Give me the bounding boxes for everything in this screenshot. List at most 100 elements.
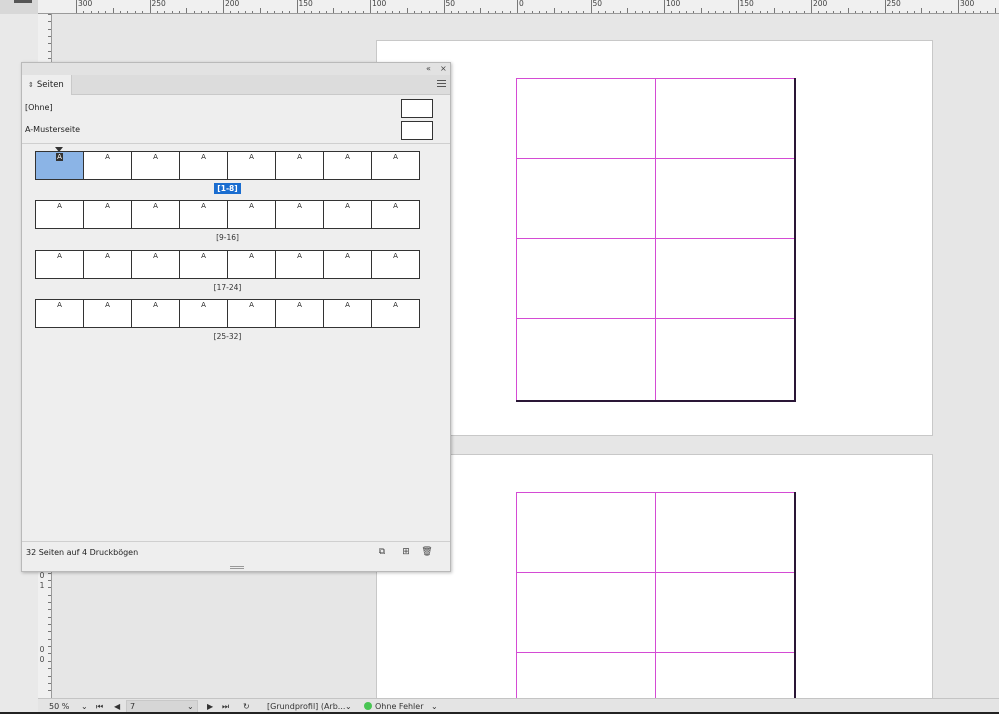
ruler-minor-tick [553, 8, 555, 13]
page-1-grid-frame[interactable] [516, 78, 796, 402]
spread-caption[interactable]: [25-32] [35, 332, 420, 341]
page-master-letter: A [201, 252, 206, 260]
ruler-label: 50 [445, 0, 456, 8]
ruler-minor-tick [289, 11, 291, 13]
page-thumbnail[interactable]: A [372, 152, 419, 179]
spread-caption-text: [1-8] [214, 183, 241, 194]
master-thumbnail[interactable] [401, 121, 433, 140]
ruler-minor-tick [649, 11, 651, 13]
ruler-minor-tick [899, 11, 901, 13]
page-thumbnail[interactable]: A [180, 251, 228, 278]
page-thumbnail[interactable]: A [324, 152, 372, 179]
page-master-letter: A [297, 252, 302, 260]
ruler-minor-tick [193, 11, 195, 13]
page-master-label: A [228, 153, 275, 161]
panel-resize-grip[interactable] [230, 566, 244, 569]
page-thumbnail[interactable]: A [132, 300, 180, 327]
ruler-label: 0 [39, 645, 45, 654]
page-thumbnail[interactable]: A [276, 300, 324, 327]
page-size-icon[interactable]: ⧉ [376, 546, 388, 558]
page-thumbnail[interactable]: A [84, 300, 132, 327]
page-master-letter: A [297, 153, 302, 161]
trash-icon[interactable]: 🗑 [421, 546, 433, 558]
page-thumbnail[interactable]: A [180, 300, 228, 327]
page-thumbnail[interactable]: A [132, 152, 180, 179]
ruler-minor-tick [605, 11, 607, 13]
page-master-label: A [372, 202, 419, 210]
page-master-letter: A [393, 301, 398, 309]
horizontal-ruler[interactable]: 300 250 200 150 100 50 0 50 100 150 200 250 300 [38, 0, 999, 14]
page-thumbnail[interactable]: A [36, 300, 84, 327]
master-thumbnail[interactable] [401, 99, 433, 118]
page-thumbnail[interactable]: A [228, 152, 276, 179]
spread-3[interactable]: AAAAAAAA [35, 250, 420, 279]
spread-caption[interactable]: [9-16] [35, 233, 420, 242]
page-thumbnail[interactable]: A [132, 201, 180, 228]
ruler-major-tick [958, 0, 959, 13]
panel-titlebar[interactable]: « × [22, 63, 450, 75]
double-chevron-left-icon[interactable]: « [426, 63, 431, 75]
ruler-minor-tick [384, 11, 386, 13]
document-page-2[interactable] [376, 454, 933, 698]
page-thumbnail[interactable]: A [132, 251, 180, 278]
page-master-label: A [276, 252, 323, 260]
page-thumbnail[interactable]: A [228, 251, 276, 278]
ruler-minor-tick [509, 11, 511, 13]
page-master-letter: A [249, 153, 254, 161]
page-master-letter: A [201, 202, 206, 210]
page-thumbnail[interactable]: A [84, 201, 132, 228]
page-master-label: A [228, 202, 275, 210]
spread-4[interactable]: AAAAAAAA [35, 299, 420, 328]
ruler-minor-tick [877, 11, 879, 13]
ruler-label: 200 [225, 0, 240, 8]
page-thumbnail[interactable]: A [324, 251, 372, 278]
page-thumbnail[interactable]: A [84, 251, 132, 278]
page-thumbnail[interactable]: A [180, 201, 228, 228]
page-master-label: A [84, 202, 131, 210]
page-thumbnail[interactable]: A [372, 300, 419, 327]
page-thumbnail[interactable]: A [276, 251, 324, 278]
ruler-minor-tick [267, 11, 269, 13]
page-thumbnail[interactable]: A [276, 152, 324, 179]
spread-caption[interactable]: [1-8] [35, 183, 420, 194]
document-page-1[interactable] [376, 40, 933, 436]
page-thumbnail[interactable]: A [372, 201, 419, 228]
panel-footer: 32 Seiten auf 4 Druckbögen ⧉ ⊞ 🗑 [22, 541, 450, 563]
spread-2[interactable]: AAAAAAAA [35, 200, 420, 229]
tab-seiten[interactable]: ⇕ Seiten [22, 75, 72, 95]
panel-divider[interactable] [22, 143, 450, 144]
page-2-grid-frame[interactable] [516, 492, 796, 698]
page-thumbnail[interactable]: A [84, 152, 132, 179]
page-thumbnail[interactable]: A [180, 152, 228, 179]
page-thumbnail[interactable]: A [228, 300, 276, 327]
ruler-minor-tick [487, 11, 489, 13]
ruler-corner[interactable] [0, 0, 38, 14]
page-thumbnail[interactable]: A [36, 152, 84, 179]
page-thumbnail[interactable]: A [372, 251, 419, 278]
page-thumbnail[interactable]: A [324, 300, 372, 327]
ruler-label: 100 [372, 0, 387, 8]
ruler-minor-tick [994, 8, 996, 13]
spread-caption-text: [17-24] [213, 283, 242, 292]
ruler-label: 200 [813, 0, 828, 8]
page-master-letter: A [393, 153, 398, 161]
page-master-letter: A [201, 301, 206, 309]
ruler-major-tick [811, 0, 812, 13]
ruler-minor-tick [796, 11, 798, 13]
page-thumbnail[interactable]: A [36, 251, 84, 278]
page-thumbnail[interactable]: A [276, 201, 324, 228]
ruler-minor-tick [178, 11, 180, 13]
spread-caption[interactable]: [17-24] [35, 283, 420, 292]
new-page-icon[interactable]: ⊞ [400, 546, 412, 558]
spread-1[interactable]: AAAAAAAA [35, 151, 420, 180]
close-icon[interactable]: × [440, 63, 447, 75]
page-thumbnail[interactable]: A [228, 201, 276, 228]
page-thumbnail[interactable]: A [36, 201, 84, 228]
master-item-a[interactable]: A-Musterseite [22, 119, 450, 141]
ruler-minor-tick [568, 11, 570, 13]
hamburger-menu-icon[interactable] [437, 80, 446, 89]
ruler-minor-tick [612, 11, 614, 13]
master-item-none[interactable]: [Ohne] [22, 97, 450, 119]
master-item-label: A-Musterseite [25, 125, 81, 134]
page-thumbnail[interactable]: A [324, 201, 372, 228]
